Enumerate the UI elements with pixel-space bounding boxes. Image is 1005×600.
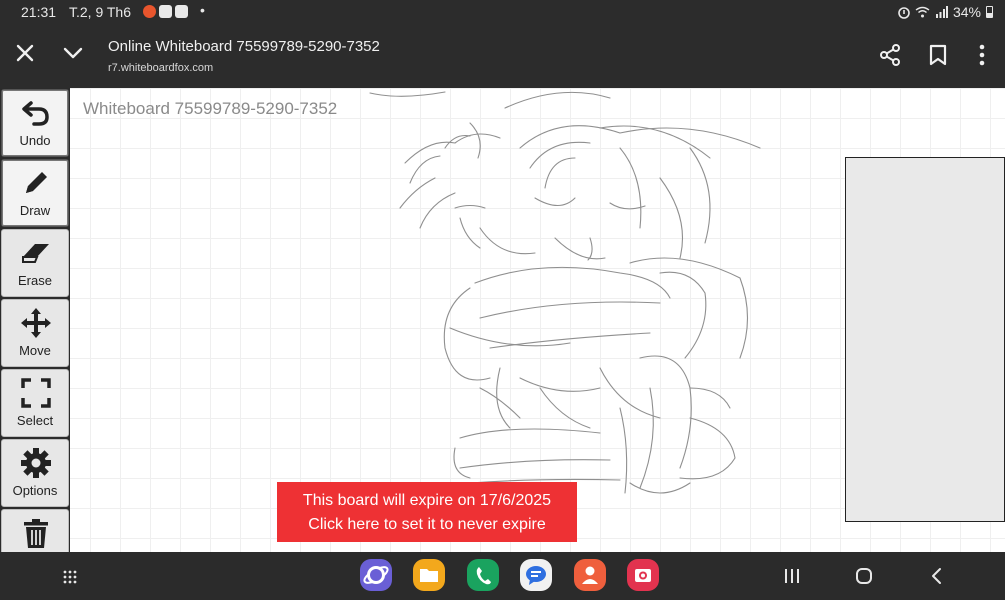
page-title: Online Whiteboard 75599789-5290-7352	[108, 38, 380, 55]
messages-icon[interactable]	[520, 559, 552, 591]
delete-button[interactable]	[1, 509, 69, 552]
battery-percent: 34%	[952, 4, 981, 20]
share-icon[interactable]	[878, 43, 902, 67]
gear-icon	[21, 448, 51, 478]
chevron-down-icon[interactable]	[60, 40, 86, 66]
contacts-icon[interactable]	[574, 559, 606, 591]
navigation-bar	[0, 552, 1005, 600]
select-label: Select	[16, 413, 54, 428]
options-button[interactable]: Options	[1, 439, 69, 507]
sketch-drawing	[369, 91, 761, 494]
draw-button[interactable]: Draw	[1, 159, 69, 227]
camera-icon[interactable]	[627, 559, 659, 591]
status-right: 34%	[898, 4, 993, 20]
status-date: T.2, 9 Th6	[69, 4, 132, 20]
bookmark-icon[interactable]	[927, 43, 949, 67]
tool-panel: Undo Draw Erase Move Select Options	[0, 88, 70, 552]
youtube-icon	[159, 5, 172, 18]
expire-banner-line1: This board will expire on 17/6/2025	[302, 492, 552, 509]
options-label: Options	[12, 483, 58, 498]
expire-banner[interactable]: This board will expire on 17/6/2025 Clic…	[277, 482, 577, 542]
app-bar: Online Whiteboard 75599789-5290-7352 r7.…	[0, 24, 1005, 88]
alarm-icon	[898, 6, 910, 19]
more-notifications-dot: •	[200, 2, 205, 18]
select-button[interactable]: Select	[1, 369, 69, 437]
status-bar: 21:31 T.2, 9 Th6 • 34%	[0, 0, 1005, 24]
move-button[interactable]: Move	[1, 299, 69, 367]
undo-label: Undo	[19, 133, 51, 148]
pencil-icon	[26, 172, 47, 193]
select-corners-icon	[21, 378, 51, 408]
circle-app-icon	[143, 5, 156, 18]
back-icon[interactable]	[927, 566, 947, 586]
apps-grid-icon[interactable]	[62, 569, 78, 585]
battery-icon	[986, 6, 993, 18]
expire-banner-line2: Click here to set it to never expire	[308, 516, 546, 533]
phone-icon[interactable]	[467, 559, 499, 591]
undo-icon	[22, 101, 49, 126]
recents-icon[interactable]	[781, 566, 803, 586]
erase-label: Erase	[18, 273, 52, 288]
notification-icons	[143, 5, 188, 18]
status-time: 21:31	[21, 4, 57, 20]
files-folder-icon[interactable]	[413, 559, 445, 591]
wifi-icon	[915, 6, 930, 18]
draw-label: Draw	[19, 203, 51, 218]
undo-button[interactable]: Undo	[1, 89, 69, 157]
internet-browser-icon[interactable]	[360, 559, 392, 591]
move-label: Move	[19, 343, 51, 358]
move-arrows-icon	[21, 308, 51, 338]
facebook-icon	[175, 5, 188, 18]
board-heading: Whiteboard 75599789-5290-7352	[83, 99, 338, 118]
eraser-icon	[22, 244, 49, 263]
home-icon[interactable]	[853, 566, 875, 586]
side-panel[interactable]	[845, 157, 1005, 522]
close-icon[interactable]	[12, 40, 38, 66]
erase-button[interactable]: Erase	[1, 229, 69, 297]
signal-icon	[935, 6, 948, 18]
page-url[interactable]: r7.whiteboardfox.com	[108, 62, 213, 74]
trash-icon	[24, 519, 48, 548]
more-vert-icon[interactable]	[972, 43, 992, 67]
